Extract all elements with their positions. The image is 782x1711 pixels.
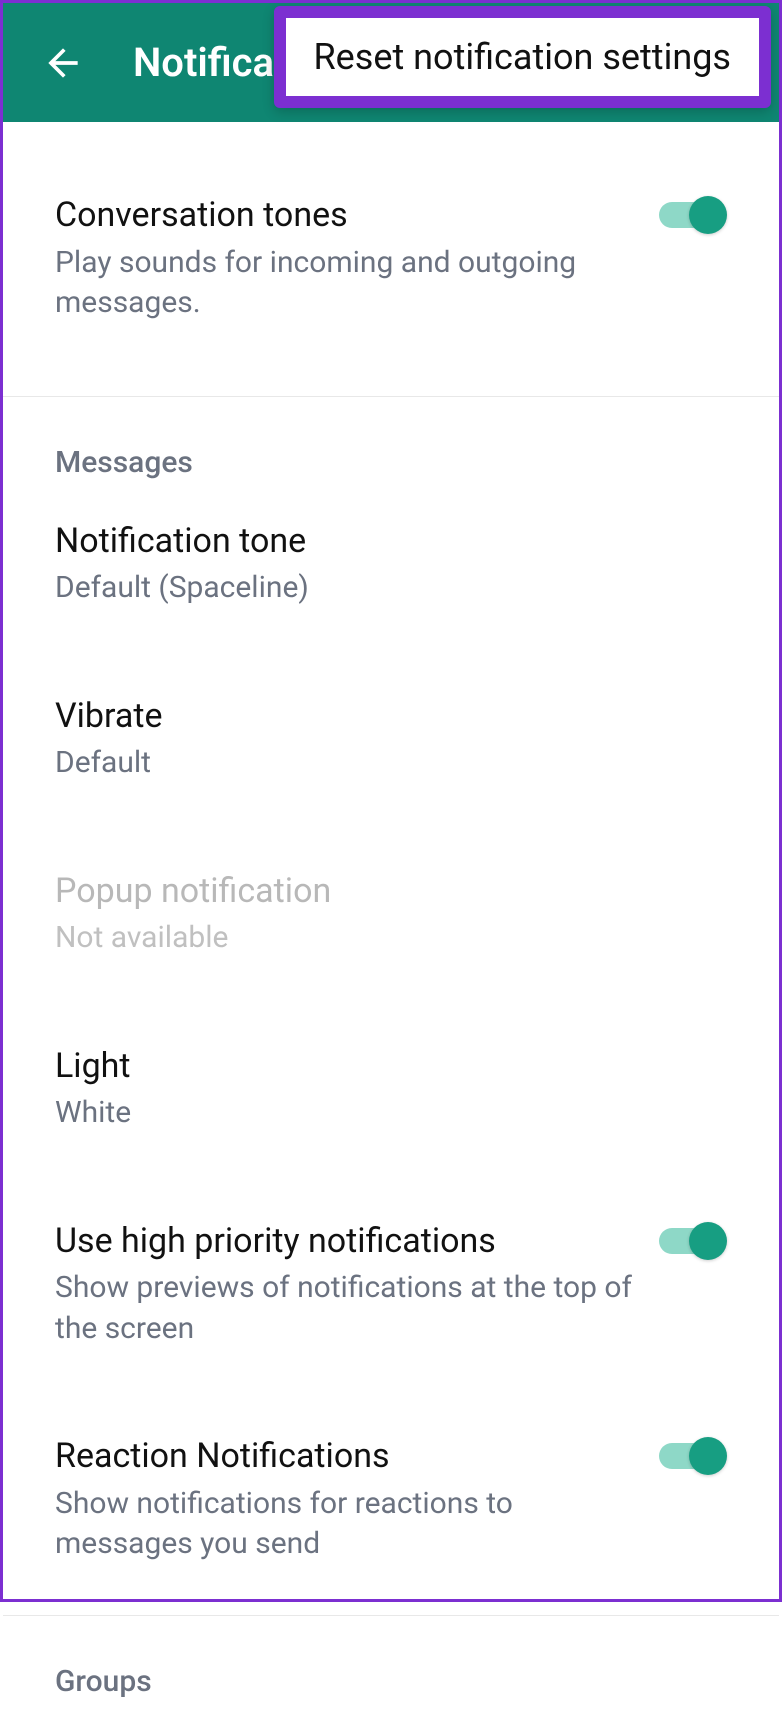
reset-notification-settings-menu-item[interactable]: Reset notification settings	[314, 36, 732, 78]
overflow-menu-popup: Reset notification settings	[274, 6, 772, 108]
notification-tone-title: Notification tone	[55, 520, 707, 563]
settings-list: Conversation tones Play sounds for incom…	[3, 122, 779, 1711]
light-row[interactable]: Light White	[55, 1017, 727, 1162]
messages-section-header: Messages	[3, 397, 779, 492]
reaction-notifications-subtitle: Show notifications for reactions to mess…	[55, 1484, 639, 1565]
popup-notification-title: Popup notification	[55, 870, 707, 913]
light-value: White	[55, 1093, 707, 1134]
conversation-tones-row[interactable]: Conversation tones Play sounds for incom…	[3, 122, 779, 397]
light-title: Light	[55, 1045, 707, 1088]
conversation-tones-title: Conversation tones	[55, 194, 639, 237]
high-priority-title: Use high priority notifications	[55, 1220, 639, 1263]
reaction-notifications-row[interactable]: Reaction Notifications Show notification…	[55, 1407, 727, 1615]
back-arrow-icon	[41, 41, 85, 85]
high-priority-subtitle: Show previews of notifications at the to…	[55, 1268, 639, 1349]
notification-tone-value: Default (Spaceline)	[55, 568, 707, 609]
groups-section-header: Groups	[3, 1616, 779, 1711]
back-button[interactable]	[33, 33, 93, 93]
reaction-notifications-title: Reaction Notifications	[55, 1435, 639, 1478]
vibrate-title: Vibrate	[55, 695, 707, 738]
vibrate-value: Default	[55, 743, 707, 784]
popup-notification-value: Not available	[55, 918, 707, 959]
popup-notification-row: Popup notification Not available	[55, 842, 727, 987]
conversation-tones-toggle[interactable]	[659, 196, 727, 234]
notification-tone-row[interactable]: Notification tone Default (Spaceline)	[55, 492, 727, 637]
high-priority-row[interactable]: Use high priority notifications Show pre…	[55, 1192, 727, 1378]
high-priority-toggle[interactable]	[659, 1222, 727, 1260]
vibrate-row[interactable]: Vibrate Default	[55, 667, 727, 812]
reaction-notifications-toggle[interactable]	[659, 1437, 727, 1475]
conversation-tones-subtitle: Play sounds for incoming and outgoing me…	[55, 243, 639, 324]
